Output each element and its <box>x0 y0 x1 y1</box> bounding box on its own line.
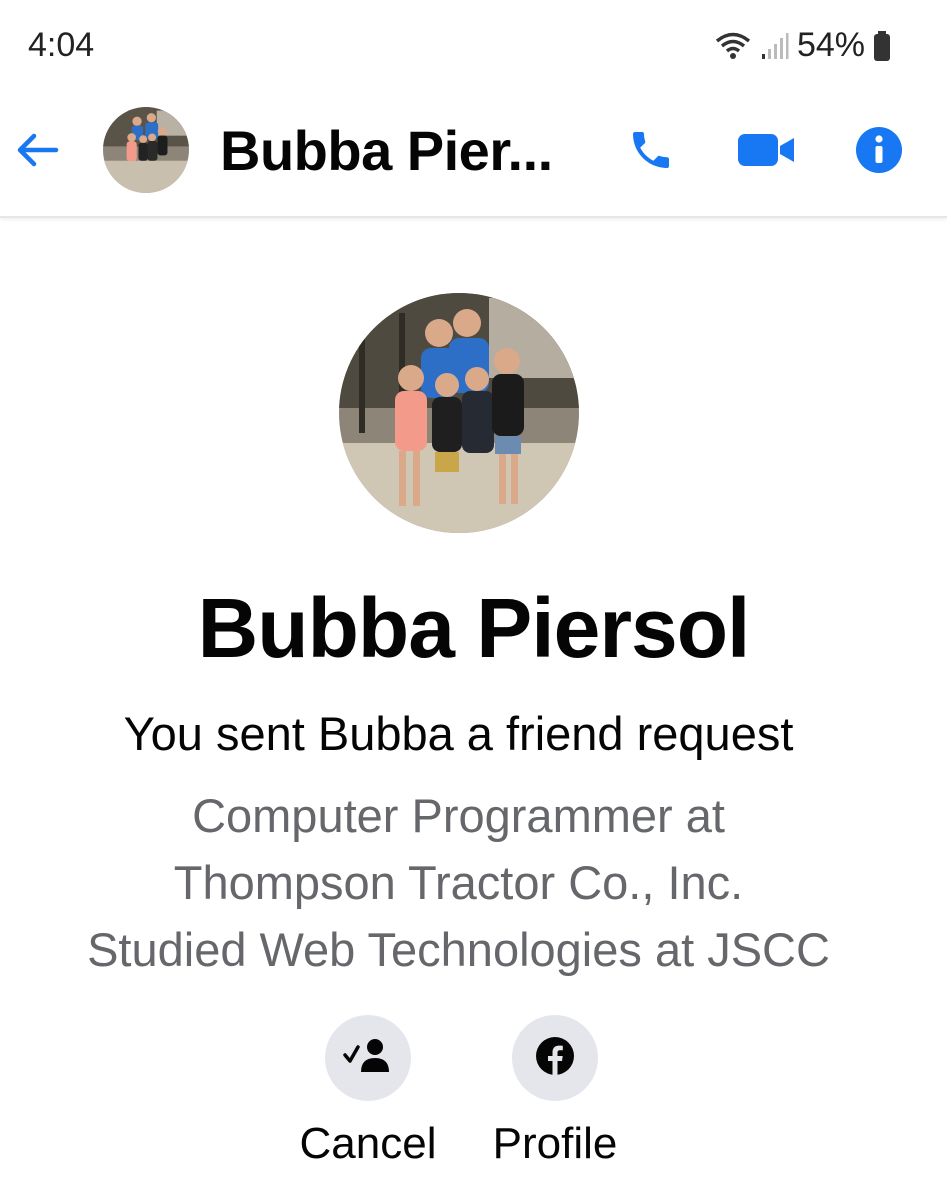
voice-call-button[interactable] <box>621 122 681 182</box>
wifi-icon <box>713 30 753 62</box>
status-bar: 4:04 54% <box>0 0 947 100</box>
education-info: Studied Web Technologies at JSCC <box>87 923 830 976</box>
cancel-label: Cancel <box>299 1119 437 1168</box>
facebook-icon <box>535 1036 575 1081</box>
friend-request-sent-icon <box>342 1036 394 1081</box>
status-time: 4:04 <box>28 26 95 64</box>
profile-name: Bubba Piersol <box>197 581 751 675</box>
cancel-request-action[interactable]: Cancel <box>283 1015 453 1169</box>
profile-photo[interactable] <box>339 293 579 533</box>
conversation-title[interactable]: Bubba Pier... <box>220 118 553 183</box>
profile-label: Profile <box>492 1119 618 1168</box>
battery-level: 54% <box>796 26 865 64</box>
status-indicators: 54% <box>713 26 891 65</box>
header-avatar[interactable] <box>103 107 189 193</box>
header-avatar-photo <box>103 107 189 193</box>
work-info: Computer Programmer at Thompson Tractor … <box>0 782 917 916</box>
back-button[interactable] <box>8 124 64 180</box>
view-profile-button[interactable] <box>512 1015 598 1101</box>
info-icon <box>855 126 903 179</box>
video-camera-icon <box>738 130 796 175</box>
phone-icon <box>627 126 675 179</box>
friend-request-status: You sent Bubba a friend request <box>123 707 794 760</box>
view-profile-action[interactable]: Profile <box>470 1015 640 1169</box>
cancel-request-button[interactable] <box>325 1015 411 1101</box>
conversation-header: Bubba Pier... <box>0 100 947 218</box>
battery-icon <box>873 30 891 62</box>
family-photo-image <box>339 293 579 533</box>
work-info-line-1: Computer Programmer at <box>192 789 725 842</box>
signal-icon <box>761 32 789 60</box>
conversation-info-button[interactable] <box>849 122 909 182</box>
work-info-line-2: Thompson Tractor Co., Inc. <box>173 856 744 909</box>
back-arrow-icon <box>12 130 60 175</box>
video-call-button[interactable] <box>737 122 797 182</box>
